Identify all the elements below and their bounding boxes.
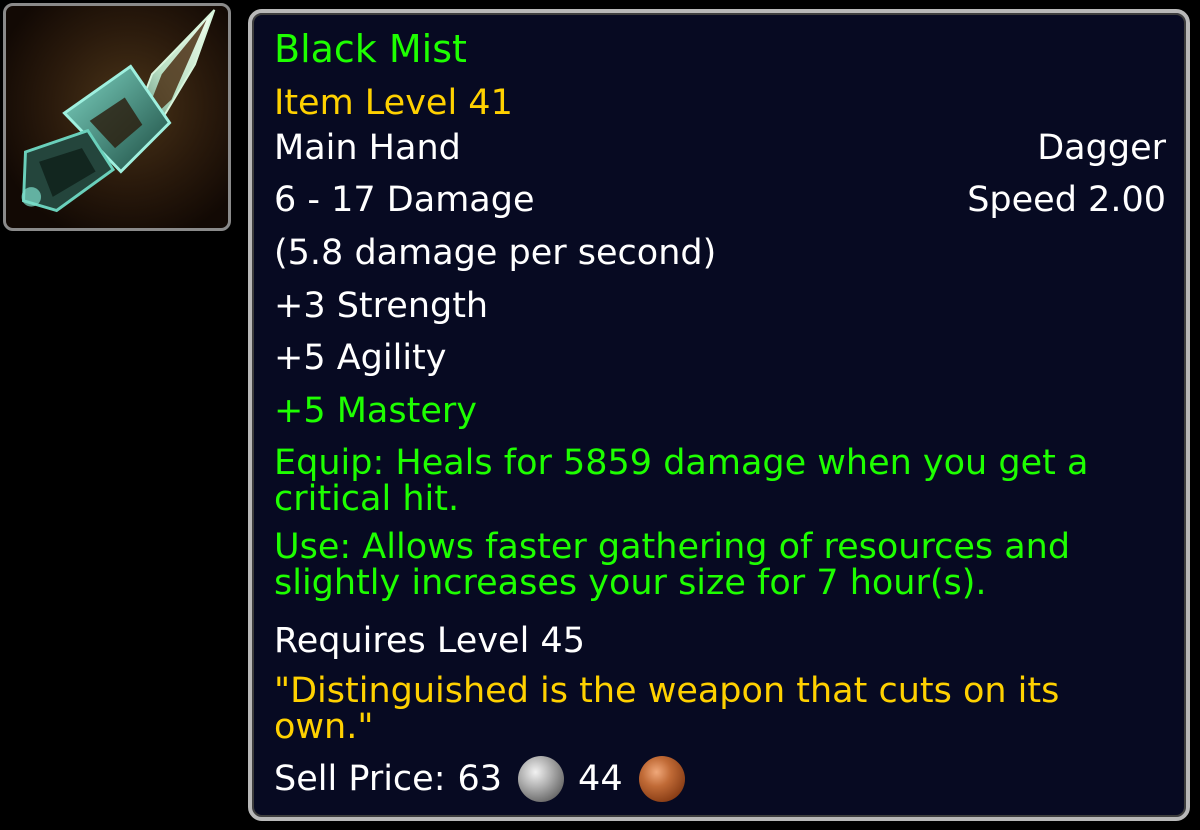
copper-coin-icon <box>638 756 685 802</box>
stat-mastery: +5 Mastery <box>274 391 477 431</box>
sell-price: Sell Price: 63 44 <box>274 755 1166 803</box>
level-requirement: Requires Level 45 <box>274 621 585 661</box>
item-level: Item Level 41 <box>274 83 513 123</box>
damage-row: 6 - 17 Damage Speed 2.00 <box>274 180 1166 220</box>
item-damage: 6 - 17 Damage <box>274 180 535 220</box>
item-name: Black Mist <box>274 27 467 71</box>
item-icon-frame[interactable] <box>3 3 231 231</box>
silver-coin-icon <box>518 756 565 802</box>
sell-price-silver: 63 <box>457 759 503 799</box>
item-slot: Main Hand <box>274 128 461 168</box>
dagger-icon <box>21 9 216 213</box>
item-type: Dagger <box>1037 128 1166 168</box>
sell-price-label: Sell Price: <box>274 759 446 799</box>
item-tooltip: Black Mist Item Level 41 Main Hand Dagge… <box>248 9 1190 821</box>
sell-price-copper: 44 <box>578 759 623 799</box>
stat-agility: +5 Agility <box>274 338 447 378</box>
slot-row: Main Hand Dagger <box>274 128 1166 168</box>
use-effect: Use: Allows faster gathering of resource… <box>274 527 1071 603</box>
equip-effect: Equip: Heals for 5859 damage when you ge… <box>274 443 1089 519</box>
stat-strength: +3 Strength <box>274 286 489 326</box>
flavor-text: "Distinguished is the weapon that cuts o… <box>274 671 1060 747</box>
item-speed: Speed 2.00 <box>967 180 1166 220</box>
item-dps: (5.8 damage per second) <box>274 233 717 273</box>
